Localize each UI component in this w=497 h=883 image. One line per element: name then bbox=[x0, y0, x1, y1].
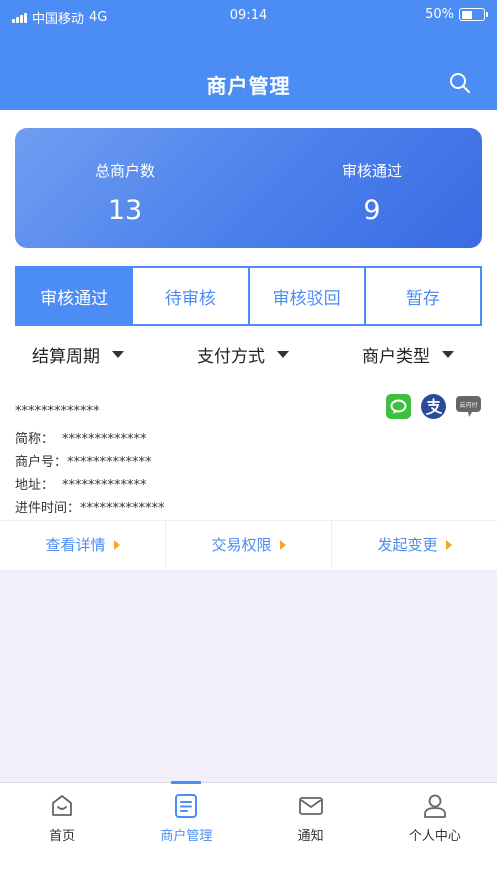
nav-label: 个人中心 bbox=[408, 829, 461, 844]
nav-label: 首页 bbox=[49, 829, 76, 844]
caret-down-icon bbox=[277, 351, 289, 358]
filter-bar: 结算周期 支付方式 商户类型 bbox=[0, 342, 497, 376]
tab-approved[interactable]: 审核通过 bbox=[17, 268, 132, 324]
nav-merchant-management[interactable]: 商户管理 bbox=[124, 781, 248, 883]
entry-time-label: 进件时间： bbox=[15, 501, 81, 516]
address-label: 地址： bbox=[15, 478, 55, 493]
filter-label: 商户类型 bbox=[362, 347, 430, 367]
caret-down-icon bbox=[442, 351, 454, 358]
filter-payment-method[interactable]: 支付方式 bbox=[197, 342, 289, 367]
stat-total-merchants: 总商户数 13 bbox=[25, 160, 225, 226]
nav-label: 商户管理 bbox=[160, 829, 213, 844]
view-details-button[interactable]: 查看详情 bbox=[0, 521, 165, 568]
short-name-label: 简称： bbox=[15, 432, 55, 447]
status-right: 50% bbox=[425, 7, 488, 22]
merchant-entry-time-row: 进件时间：************* bbox=[15, 497, 165, 516]
app-header: 中国移动 4G 09:14 50% 商户管理 bbox=[0, 0, 497, 110]
stat-value: 9 bbox=[363, 195, 381, 226]
mail-icon bbox=[298, 797, 323, 815]
status-tabs: 审核通过 待审核 审核驳回 暂存 bbox=[15, 266, 482, 326]
merchant-card: ************* 云闪付 简称： ************* 商户号：*… bbox=[0, 394, 497, 570]
filter-merchant-type[interactable]: 商户类型 bbox=[362, 342, 454, 367]
main-content: 总商户数 13 审核通过 9 审核通过 待审核 审核驳回 暂存 结算周期 支付方… bbox=[0, 110, 497, 570]
wechat-pay-icon bbox=[386, 394, 411, 419]
home-icon bbox=[52, 795, 73, 816]
filter-label: 结算周期 bbox=[32, 347, 100, 367]
entry-time-value: ************* bbox=[80, 501, 165, 516]
merchant-short-name-row: 简称： ************* bbox=[15, 428, 147, 447]
battery-percent: 50% bbox=[425, 7, 454, 22]
initiate-change-button[interactable]: 发起变更 bbox=[331, 521, 497, 568]
merchant-no-label: 商户号： bbox=[15, 455, 68, 470]
tab-rejected[interactable]: 审核驳回 bbox=[247, 268, 364, 324]
bottom-nav: 首页 商户管理 通知 个人中心 bbox=[0, 781, 497, 883]
user-icon bbox=[423, 794, 446, 818]
merchant-no-row: 商户号：************* bbox=[15, 451, 152, 470]
action-label: 查看详情 bbox=[45, 536, 106, 554]
filter-label: 支付方式 bbox=[197, 347, 265, 367]
battery-fill bbox=[461, 10, 472, 19]
merchant-actions: 查看详情 交易权限 发起变更 bbox=[0, 520, 497, 568]
short-name-value: ************* bbox=[62, 432, 147, 447]
battery-icon bbox=[459, 8, 488, 21]
arrow-right-icon bbox=[279, 539, 286, 550]
arrow-right-icon bbox=[113, 539, 120, 550]
merchant-no-value: ************* bbox=[67, 455, 152, 470]
stat-approved: 审核通过 9 bbox=[272, 160, 472, 226]
nav-home[interactable]: 首页 bbox=[0, 783, 124, 883]
status-bar: 中国移动 4G 09:14 50% bbox=[0, 0, 497, 32]
stats-card: 总商户数 13 审核通过 9 bbox=[15, 128, 482, 248]
page-title: 商户管理 bbox=[206, 74, 291, 98]
stat-label: 审核通过 bbox=[341, 162, 402, 180]
address-value: ************* bbox=[62, 478, 147, 493]
search-icon[interactable] bbox=[449, 72, 471, 94]
stat-label: 总商户数 bbox=[94, 162, 155, 180]
stat-value: 13 bbox=[107, 195, 143, 226]
filter-settlement-cycle[interactable]: 结算周期 bbox=[32, 342, 124, 367]
nav-profile[interactable]: 个人中心 bbox=[373, 783, 497, 883]
nav-label: 通知 bbox=[297, 829, 324, 844]
tab-draft[interactable]: 暂存 bbox=[363, 268, 480, 324]
action-label: 交易权限 bbox=[211, 536, 272, 554]
clock: 09:14 bbox=[229, 8, 268, 23]
unionpay-icon: 云闪付 bbox=[456, 396, 481, 417]
tab-pending[interactable]: 待审核 bbox=[131, 268, 248, 324]
merchant-address-row: 地址： ************* bbox=[15, 474, 147, 493]
document-icon bbox=[175, 794, 198, 818]
payment-icons: 云闪付 bbox=[376, 394, 481, 419]
arrow-right-icon bbox=[445, 539, 452, 550]
nav-notifications[interactable]: 通知 bbox=[249, 783, 373, 883]
transaction-permission-button[interactable]: 交易权限 bbox=[165, 521, 331, 568]
merchant-name: ************* bbox=[15, 404, 100, 419]
caret-down-icon bbox=[112, 351, 124, 358]
alipay-icon bbox=[421, 394, 446, 419]
svg-text:云闪付: 云闪付 bbox=[459, 401, 477, 409]
action-label: 发起变更 bbox=[377, 536, 438, 554]
